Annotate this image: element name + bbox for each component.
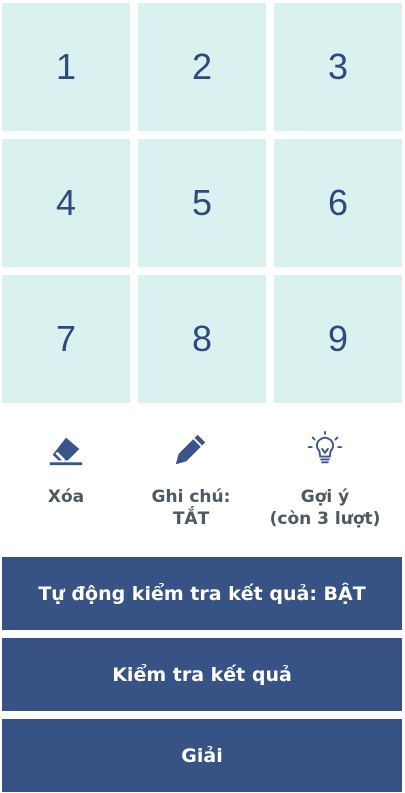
hint-button[interactable]: Gợi ý (còn 3 lượt) — [255, 430, 395, 545]
eraser-icon — [49, 437, 83, 466]
check-result-button[interactable]: Kiểm tra kết quả — [2, 638, 402, 711]
erase-button[interactable]: Xóa — [0, 430, 136, 545]
key-3[interactable]: 3 — [274, 3, 402, 131]
pencil-icon — [175, 434, 206, 465]
hint-label: Gợi ý (còn 3 lượt) — [270, 486, 381, 530]
erase-label: Xóa — [47, 487, 85, 507]
key-1[interactable]: 1 — [2, 3, 130, 131]
hint-label-line1: Gợi ý — [300, 487, 350, 507]
key-7[interactable]: 7 — [2, 275, 130, 403]
key-2[interactable]: 2 — [138, 3, 266, 131]
solve-button[interactable]: Giải — [2, 719, 402, 792]
notes-status: TẮT — [172, 509, 210, 529]
notes-label: Ghi chú: TẮT — [152, 486, 231, 530]
hint-remaining: (còn 3 lượt) — [269, 509, 381, 529]
number-keypad: 1 2 3 4 5 6 7 8 9 — [0, 0, 405, 405]
key-6[interactable]: 6 — [274, 139, 402, 267]
key-4[interactable]: 4 — [2, 139, 130, 267]
key-5[interactable]: 5 — [138, 139, 266, 267]
notes-label-line1: Ghi chú: — [151, 487, 231, 507]
tool-bar: Xóa Ghi chú: TẮT Gợi ý (còn 3 lượt) — [0, 430, 405, 545]
key-9[interactable]: 9 — [274, 275, 402, 403]
auto-check-toggle-button[interactable]: Tự động kiểm tra kết quả: BẬT — [2, 557, 402, 630]
lightbulb-icon — [307, 430, 343, 464]
notes-toggle-button[interactable]: Ghi chú: TẮT — [121, 430, 261, 545]
key-8[interactable]: 8 — [138, 275, 266, 403]
